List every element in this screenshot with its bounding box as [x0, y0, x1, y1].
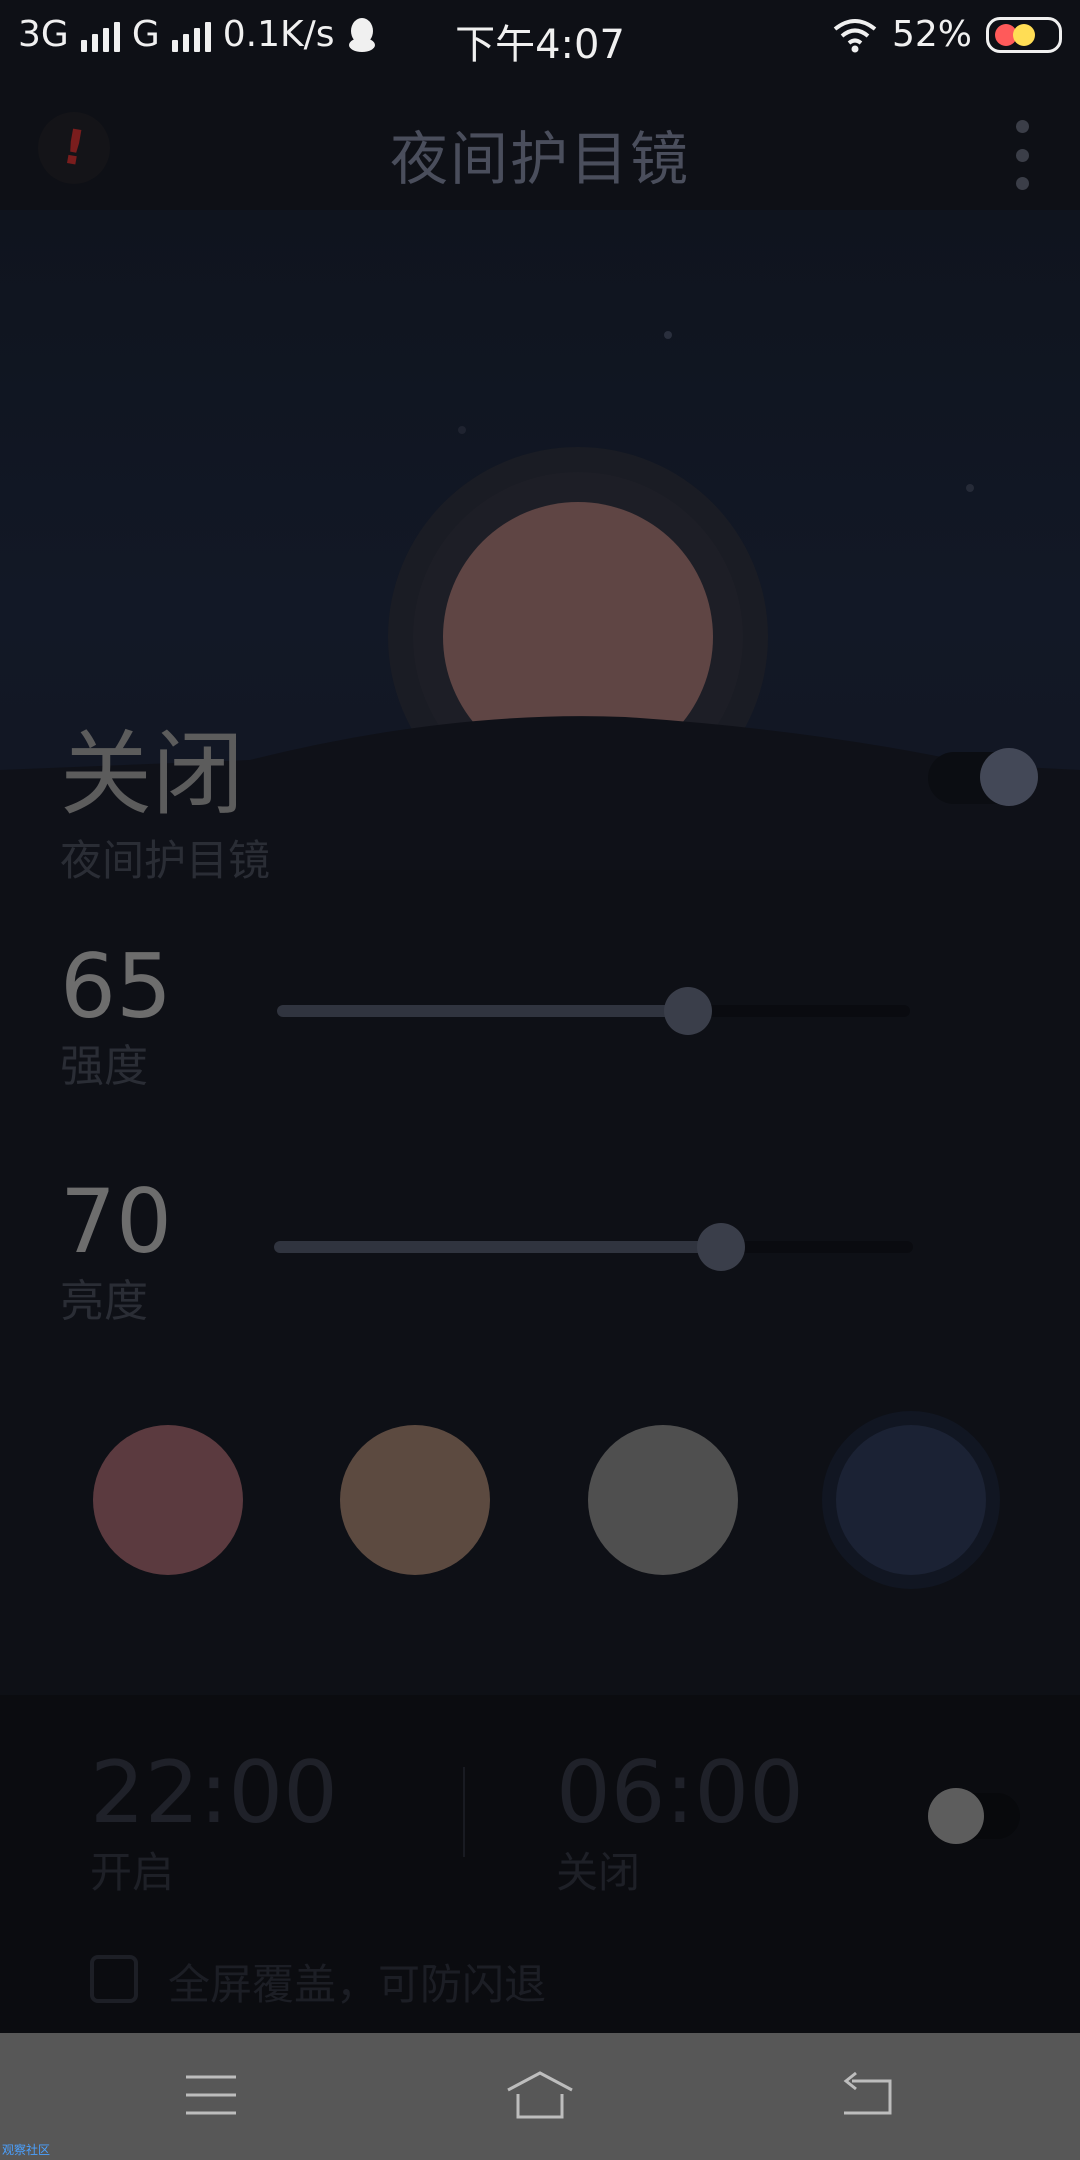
brightness-value: 70 [60, 1170, 172, 1273]
color-swatch-red[interactable] [93, 1425, 243, 1575]
screen: 3G G 0.1K/s 下午4:07 52% ! 夜间护目镜 关闭 夜间护目镜 … [0, 0, 1080, 2160]
header: ! 夜间护目镜 [0, 90, 1080, 210]
start-time-block[interactable]: 22:00 开启 [90, 1743, 338, 1900]
end-label: 关闭 [556, 1848, 641, 1897]
fullscreen-label: 全屏覆盖，可防闪退 [168, 1960, 547, 2009]
start-time: 22:00 [90, 1743, 338, 1843]
end-time: 06:00 [556, 1743, 804, 1843]
intensity-label: 强度 [60, 1041, 148, 1092]
home-icon [507, 2071, 573, 2119]
schedule-toggle[interactable] [928, 1788, 1020, 1844]
intensity-info: 65 强度 [60, 935, 172, 1094]
start-label: 开启 [90, 1848, 175, 1897]
intensity-value: 65 [60, 935, 172, 1038]
brightness-fill [274, 1241, 722, 1253]
main-switch-state: 关闭 [60, 721, 245, 828]
battery-percent: 52% [891, 14, 972, 55]
wifi-icon [833, 18, 877, 52]
brightness-label: 亮度 [60, 1276, 148, 1327]
intensity-slider[interactable] [277, 987, 910, 1035]
intensity-fill [277, 1005, 689, 1017]
schedule-panel: 22:00 开启 06:00 关闭 全屏覆盖，可防闪退 [0, 1695, 1080, 2035]
status-right: 52% [832, 14, 1062, 55]
menu-icon [186, 2075, 236, 2115]
brightness-slider[interactable] [274, 1223, 913, 1271]
back-button[interactable] [818, 2055, 918, 2135]
fullscreen-checkbox[interactable] [90, 1955, 138, 2003]
schedule-divider [463, 1767, 465, 1857]
navigation-bar [0, 2033, 1080, 2160]
status-bar: 3G G 0.1K/s 下午4:07 52% [0, 0, 1080, 72]
watermark: 观察社区 [2, 2143, 51, 2157]
color-swatch-amber[interactable] [340, 1425, 490, 1575]
more-options-icon[interactable] [1012, 120, 1032, 190]
home-button[interactable] [490, 2055, 590, 2135]
battery-icon [986, 16, 1062, 53]
brightness-thumb[interactable] [697, 1223, 746, 1271]
page-title: 夜间护目镜 [389, 125, 690, 193]
toggle-knob [980, 748, 1038, 806]
brightness-info: 70 亮度 [60, 1170, 172, 1329]
back-icon [843, 2071, 892, 2115]
main-switch-label: 夜间护目镜 [60, 836, 271, 885]
end-time-block[interactable]: 06:00 关闭 [556, 1743, 804, 1900]
color-swatch-gray[interactable] [588, 1425, 738, 1575]
main-switch-info: 关闭 夜间护目镜 [60, 700, 270, 888]
main-toggle[interactable] [928, 748, 1038, 806]
intensity-thumb[interactable] [664, 987, 713, 1035]
schedule-toggle-knob [928, 1788, 984, 1844]
color-swatch-blue[interactable] [836, 1425, 986, 1575]
menu-button[interactable] [161, 2055, 261, 2135]
